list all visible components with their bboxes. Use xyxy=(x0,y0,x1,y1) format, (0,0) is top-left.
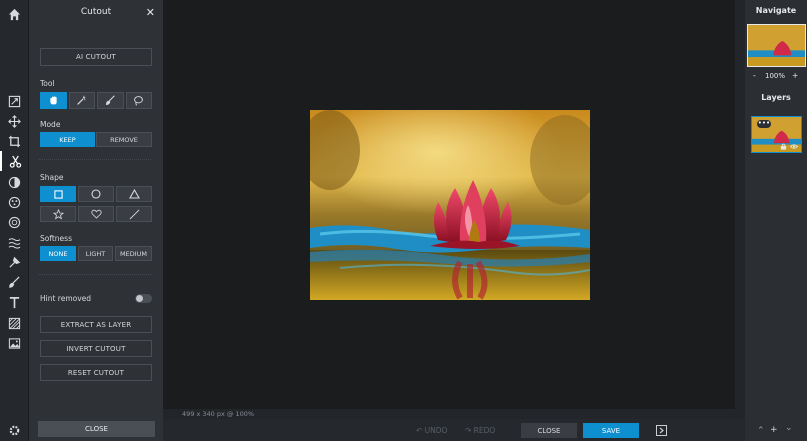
zoom-out-button[interactable]: - xyxy=(753,71,756,80)
bottom-bar: ↶ UNDO ↷ REDO CLOSE SAVE xyxy=(163,419,745,441)
magic-wand-icon[interactable] xyxy=(68,92,95,109)
add-layer-icon[interactable]: + xyxy=(770,425,778,435)
lotus-photo[interactable] xyxy=(310,110,590,300)
shape-row-1 xyxy=(40,186,152,202)
hint-toggle[interactable] xyxy=(135,294,152,303)
invert-cutout-button[interactable]: INVERT CUTOUT xyxy=(40,340,152,357)
layers-title: Layers xyxy=(761,93,791,102)
heart-shape-icon[interactable] xyxy=(78,206,114,222)
settings-gear-icon[interactable] xyxy=(0,420,29,440)
save-button[interactable]: SAVE xyxy=(583,423,639,438)
clone-stamp-icon[interactable] xyxy=(0,252,29,272)
editor-app: Cutout ✕ AI CUTOUT Tool Mode KEEP REMOVE xyxy=(0,0,807,441)
image-size-readout: 499 x 340 px @ 100% xyxy=(182,410,255,418)
cutout-scissors-icon[interactable] xyxy=(0,151,29,171)
toggle-panel-icon[interactable] xyxy=(656,425,667,436)
reset-cutout-button[interactable]: RESET CUTOUT xyxy=(40,364,152,381)
tool-sidebar xyxy=(0,0,29,441)
divider xyxy=(39,159,151,160)
triangle-shape-icon[interactable] xyxy=(116,186,152,202)
layer-more-icon[interactable]: ••• xyxy=(757,120,771,128)
softness-selector: NONE LIGHT MEDIUM xyxy=(40,246,152,261)
brush-icon[interactable] xyxy=(0,272,29,292)
transform-icon[interactable] xyxy=(0,91,29,111)
rectangle-shape-icon[interactable] xyxy=(40,186,76,202)
mode-heading: Mode xyxy=(40,120,61,129)
layer-visibility-icon[interactable] xyxy=(790,143,798,150)
navigate-thumbnail-image xyxy=(748,25,805,66)
pattern-icon[interactable] xyxy=(0,313,29,333)
mode-selector: KEEP REMOVE xyxy=(40,132,152,147)
zoom-controls: - 100% + xyxy=(745,71,807,83)
canvas-area[interactable] xyxy=(163,0,735,409)
status-bar: 499 x 340 px @ 100% xyxy=(163,409,735,419)
softness-medium-button[interactable]: MEDIUM xyxy=(115,246,152,261)
ellipse-shape-icon[interactable] xyxy=(78,186,114,202)
shape-row-2 xyxy=(40,206,152,222)
redo-icon: ↷ xyxy=(465,426,474,435)
redo-button[interactable]: ↷ REDO xyxy=(465,426,495,435)
tool-selector xyxy=(40,92,152,109)
navigate-thumbnail[interactable] xyxy=(747,24,806,67)
filter-icon[interactable] xyxy=(0,192,29,212)
crop-icon[interactable] xyxy=(0,131,29,151)
move-icon[interactable] xyxy=(0,111,29,131)
tool-heading: Tool xyxy=(40,79,55,88)
close-button[interactable]: CLOSE xyxy=(521,423,577,438)
lasso-select-icon[interactable] xyxy=(40,92,67,109)
polygon-lasso-icon[interactable] xyxy=(125,92,152,109)
mode-keep-button[interactable]: KEEP xyxy=(40,132,95,147)
ai-cutout-button[interactable]: AI CUTOUT xyxy=(40,48,152,66)
right-panel: Navigate - 100% + Layers ••• ⌃ + ⌄ xyxy=(745,0,807,441)
hint-label: Hint removed xyxy=(40,294,92,303)
layer-actions: ⌃ + ⌄ xyxy=(745,423,807,440)
redo-label: REDO xyxy=(473,426,496,435)
panel-close-button[interactable]: CLOSE xyxy=(38,421,155,437)
line-shape-icon[interactable] xyxy=(116,206,152,222)
undo-button[interactable]: ↶ UNDO xyxy=(416,426,447,435)
zoom-level: 100% xyxy=(765,72,786,80)
chevron-down-icon[interactable]: ⌄ xyxy=(785,423,793,433)
softness-light-button[interactable]: LIGHT xyxy=(78,246,113,261)
adjust-icon[interactable] xyxy=(0,172,29,192)
extract-as-layer-button[interactable]: EXTRACT AS LAYER xyxy=(40,316,152,333)
vertical-scrollbar[interactable] xyxy=(735,0,745,419)
effect-icon[interactable] xyxy=(0,212,29,232)
panel-title: Cutout xyxy=(80,7,112,17)
home-icon[interactable] xyxy=(0,4,29,24)
text-icon[interactable] xyxy=(0,292,29,312)
undo-label: UNDO xyxy=(424,426,448,435)
undo-icon: ↶ xyxy=(416,426,425,435)
layer-item[interactable]: ••• xyxy=(751,116,802,153)
layer-lock-icon[interactable] xyxy=(780,143,787,150)
lotus-image xyxy=(310,110,590,300)
panel-header: Cutout ✕ xyxy=(29,0,163,26)
liquify-icon[interactable] xyxy=(0,232,29,252)
chevron-up-icon[interactable]: ⌃ xyxy=(757,426,765,436)
brush-tool-icon[interactable] xyxy=(97,92,124,109)
cutout-panel: Cutout ✕ AI CUTOUT Tool Mode KEEP REMOVE xyxy=(29,0,163,441)
zoom-in-button[interactable]: + xyxy=(792,71,798,80)
softness-none-button[interactable]: NONE xyxy=(40,246,76,261)
shape-heading: Shape xyxy=(40,173,64,182)
divider xyxy=(39,274,151,275)
softness-heading: Softness xyxy=(40,234,72,243)
navigate-title: Navigate xyxy=(755,6,797,15)
star-shape-icon[interactable] xyxy=(40,206,76,222)
close-icon[interactable]: ✕ xyxy=(146,6,155,19)
toggle-knob xyxy=(136,295,143,302)
image-icon[interactable] xyxy=(0,333,29,353)
mode-remove-button[interactable]: REMOVE xyxy=(96,132,152,147)
